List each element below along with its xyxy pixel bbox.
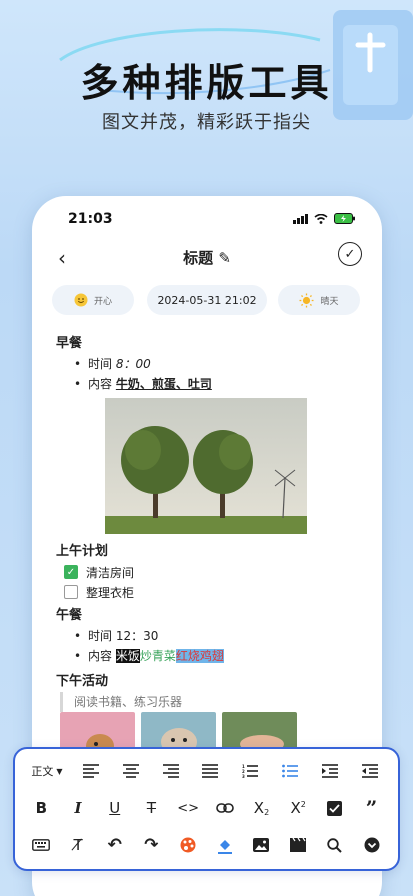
superscript-icon[interactable]: X2 bbox=[282, 792, 314, 824]
weather-label: 晴天 bbox=[320, 296, 339, 307]
list-item: 内容 牛奶、煎蛋、吐司 bbox=[56, 374, 356, 394]
palette-icon[interactable] bbox=[172, 829, 204, 861]
trees-image[interactable] bbox=[105, 398, 307, 534]
nav-bar: ‹ 标题 ✎ ✓ bbox=[32, 240, 382, 276]
heading-lunch: 午餐 bbox=[56, 608, 83, 623]
edit-pencil-icon[interactable]: ✎ bbox=[218, 249, 231, 267]
underline-icon[interactable]: U bbox=[99, 792, 131, 824]
text-style-dropdown[interactable]: 正文 ▼ bbox=[27, 755, 67, 787]
heading-afternoon: 下午活动 bbox=[56, 674, 109, 689]
video-icon[interactable] bbox=[282, 829, 314, 861]
link-icon[interactable] bbox=[209, 792, 241, 824]
done-check-button[interactable]: ✓ bbox=[338, 242, 362, 266]
smile-icon bbox=[74, 293, 88, 307]
todo-item[interactable]: ✓ 清洁房间 bbox=[56, 562, 356, 582]
italic-icon[interactable]: I bbox=[62, 792, 94, 824]
collapse-icon[interactable] bbox=[356, 829, 388, 861]
align-left-icon[interactable] bbox=[75, 755, 107, 787]
todo-item[interactable]: 整理衣柜 bbox=[56, 582, 356, 602]
gallery-image-dog[interactable] bbox=[60, 712, 135, 752]
mood-label: 开心 bbox=[93, 296, 112, 307]
align-right-icon[interactable] bbox=[155, 755, 187, 787]
gallery-image-kitten[interactable] bbox=[141, 712, 216, 752]
bold-icon[interactable]: B bbox=[25, 792, 57, 824]
note-title[interactable]: 标题 ✎ bbox=[32, 247, 382, 268]
meta-row: 开心 2024-05-31 21:02 晴天 bbox=[52, 285, 362, 315]
battery-icon bbox=[334, 213, 355, 224]
promo-title: 多种排版工具 bbox=[80, 61, 333, 105]
code-icon[interactable]: <> bbox=[172, 792, 204, 824]
list-item: 时间 12：30 bbox=[56, 626, 356, 646]
status-bar: 21:03 bbox=[32, 196, 382, 240]
fill-color-icon[interactable] bbox=[209, 829, 241, 861]
checkbox-empty-icon[interactable] bbox=[64, 585, 78, 599]
heading-morning-plan: 上午计划 bbox=[56, 544, 109, 559]
svg-text:3: 3 bbox=[242, 774, 245, 778]
heading-breakfast: 早餐 bbox=[56, 336, 83, 351]
format-toolbar: 正文 ▼ 123 B I U T <> X2 X2 ” T̸ ↶ ↷ bbox=[13, 747, 400, 871]
wifi-icon bbox=[314, 213, 328, 224]
weather-pill[interactable]: 晴天 bbox=[278, 285, 360, 315]
indent-icon[interactable] bbox=[314, 755, 346, 787]
mood-pill[interactable]: 开心 bbox=[52, 285, 134, 315]
checkbox-icon[interactable] bbox=[319, 792, 351, 824]
image-gallery bbox=[60, 712, 300, 752]
undo-icon[interactable]: ↶ bbox=[99, 829, 131, 861]
caret-down-icon: ▼ bbox=[56, 766, 63, 776]
blockquote: 阅读书籍、练习乐器 bbox=[60, 692, 356, 712]
note-content[interactable]: 早餐 时间 8：00 内容 牛奶、煎蛋、吐司 bbox=[56, 332, 356, 712]
list-item: 内容 米饭炒青菜红烧鸡翅 bbox=[56, 646, 356, 666]
checkbox-checked-icon[interactable]: ✓ bbox=[64, 565, 78, 579]
status-time: 21:03 bbox=[68, 211, 113, 227]
clear-format-icon[interactable]: T̸ bbox=[62, 829, 94, 861]
ordered-list-icon[interactable]: 123 bbox=[234, 755, 266, 787]
align-center-icon[interactable] bbox=[115, 755, 147, 787]
redo-icon[interactable]: ↷ bbox=[135, 829, 167, 861]
quote-icon[interactable]: ” bbox=[356, 792, 388, 824]
promo-subtitle: 图文并茂，精彩跃于指尖 bbox=[102, 112, 311, 133]
signal-icon bbox=[293, 213, 308, 224]
bullet-list-icon[interactable] bbox=[274, 755, 306, 787]
list-item: 时间 8：00 bbox=[56, 354, 356, 374]
sun-icon bbox=[299, 293, 314, 307]
align-justify-icon[interactable] bbox=[194, 755, 226, 787]
keyboard-icon[interactable] bbox=[25, 829, 57, 861]
search-icon[interactable] bbox=[319, 829, 351, 861]
date-pill[interactable]: 2024-05-31 21:02 bbox=[147, 285, 267, 315]
image-icon[interactable] bbox=[245, 829, 277, 861]
date-label: 2024-05-31 21:02 bbox=[157, 293, 257, 307]
gallery-image-hands[interactable] bbox=[222, 712, 297, 752]
outdent-icon[interactable] bbox=[354, 755, 386, 787]
strikethrough-icon[interactable]: T bbox=[135, 792, 167, 824]
subscript-icon[interactable]: X2 bbox=[245, 792, 277, 824]
